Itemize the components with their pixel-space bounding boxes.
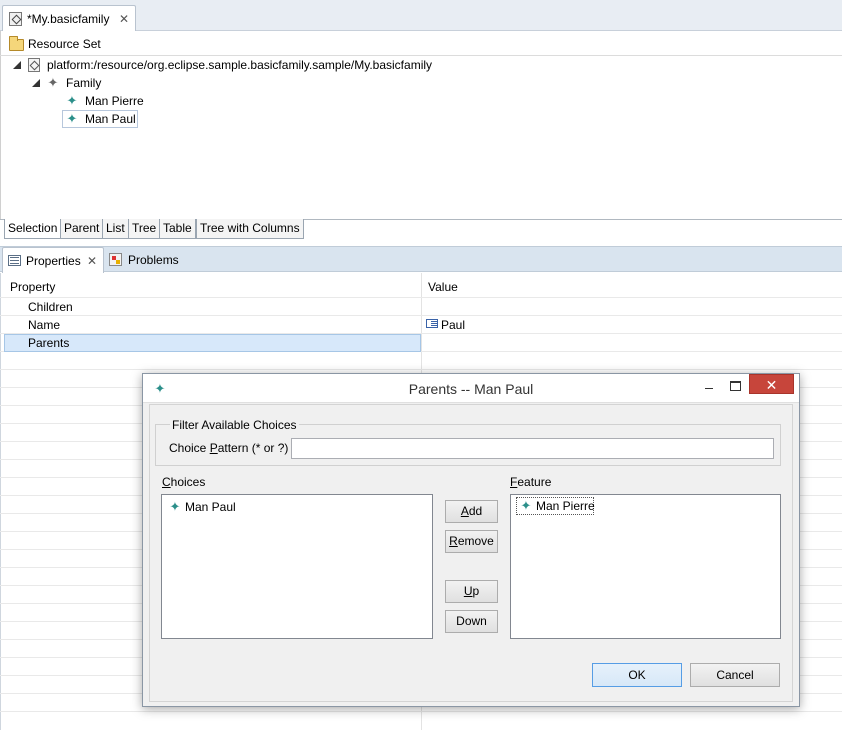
feature-item-label: Man Pierre — [536, 499, 595, 513]
header-value: Value — [428, 280, 458, 294]
star-icon: ✦ — [520, 498, 532, 513]
tree-item-man-paul[interactable]: ✦ Man Paul — [62, 110, 138, 128]
close-icon[interactable]: ✕ — [86, 255, 98, 267]
ok-button[interactable]: OK — [592, 663, 682, 687]
cancel-button[interactable]: Cancel — [690, 663, 780, 687]
tab-tree-with-columns[interactable]: Tree with Columns — [196, 219, 304, 239]
feature-label: Feature — [510, 475, 552, 489]
value-name[interactable]: Paul — [441, 318, 465, 332]
divider — [0, 315, 842, 316]
family-label: Family — [66, 76, 102, 90]
list-item[interactable]: ✦ Man Paul — [168, 498, 288, 516]
model-file-icon — [28, 58, 40, 72]
tab-list[interactable]: List — [102, 219, 129, 239]
expand-icon[interactable] — [32, 79, 40, 87]
editor-tab-my-basicfamily[interactable]: *My.basicfamily ✕ — [2, 5, 136, 32]
tab-problems[interactable]: Problems — [106, 250, 186, 270]
star-icon: ✦ — [169, 499, 181, 514]
choice-label: Man Paul — [185, 500, 236, 514]
choices-label: Choices — [162, 475, 206, 489]
tab-tree[interactable]: Tree — [128, 219, 161, 239]
properties-icon — [8, 255, 21, 266]
problems-icon — [109, 253, 122, 266]
feature-list[interactable]: ✦ Man Pierre — [510, 494, 781, 639]
choice-pattern-label: Choice Pattern (* or ?) — [169, 441, 289, 455]
tab-table[interactable]: Table — [159, 219, 196, 239]
parents-dialog: ✦ Parents -- Man Paul ✕ Filter Available… — [142, 373, 800, 707]
file-icon — [9, 12, 22, 26]
text-value-icon — [426, 319, 438, 328]
divider — [0, 711, 842, 712]
property-children[interactable]: Children — [28, 300, 73, 314]
tree-item-resource[interactable]: platform:/resource/org.eclipse.sample.ba… — [12, 56, 452, 74]
member-label: Man Paul — [85, 112, 136, 126]
filter-group-label: Filter Available Choices — [170, 418, 299, 432]
dialog-titlebar[interactable]: ✦ Parents -- Man Paul ✕ — [143, 374, 799, 403]
minimize-icon[interactable] — [700, 379, 718, 395]
star-icon: ✦ — [47, 75, 59, 90]
close-icon[interactable]: ✕ — [749, 374, 794, 394]
editor-tab-label: *My.basicfamily — [27, 12, 110, 26]
down-button[interactable]: Down — [445, 610, 498, 633]
remove-button[interactable]: Remove — [445, 530, 498, 553]
folder-icon — [9, 36, 24, 51]
close-icon[interactable]: ✕ — [118, 13, 130, 25]
properties-tab-label: Properties — [26, 254, 81, 268]
property-parents[interactable]: Parents — [28, 336, 69, 350]
property-name[interactable]: Name — [28, 318, 60, 332]
tab-parent[interactable]: Parent — [60, 219, 104, 239]
expand-icon[interactable] — [13, 61, 21, 69]
member-label: Man Pierre — [85, 94, 144, 108]
resource-set-label: Resource Set — [28, 37, 101, 51]
table-header: Property Value — [0, 277, 842, 297]
tree-item-family[interactable]: ✦ Family — [30, 74, 110, 92]
divider — [0, 369, 842, 370]
choices-list[interactable]: ✦ Man Paul — [161, 494, 433, 639]
header-property: Property — [10, 280, 56, 294]
tab-properties[interactable]: Properties ✕ — [2, 247, 104, 273]
divider — [0, 297, 842, 298]
problems-tab-label: Problems — [128, 253, 179, 267]
add-button[interactable]: Add — [445, 500, 498, 523]
resource-uri: platform:/resource/org.eclipse.sample.ba… — [47, 58, 433, 72]
up-button[interactable]: Up — [445, 580, 498, 603]
tree-item-man-pierre[interactable]: ✦ Man Pierre — [64, 92, 154, 110]
maximize-icon[interactable] — [728, 379, 742, 393]
list-item[interactable]: ✦ Man Pierre — [516, 497, 595, 515]
star-icon: ✦ — [66, 111, 78, 126]
choice-pattern-input[interactable] — [291, 438, 774, 459]
star-icon: ✦ — [66, 93, 78, 108]
tab-selection[interactable]: Selection — [4, 219, 62, 239]
